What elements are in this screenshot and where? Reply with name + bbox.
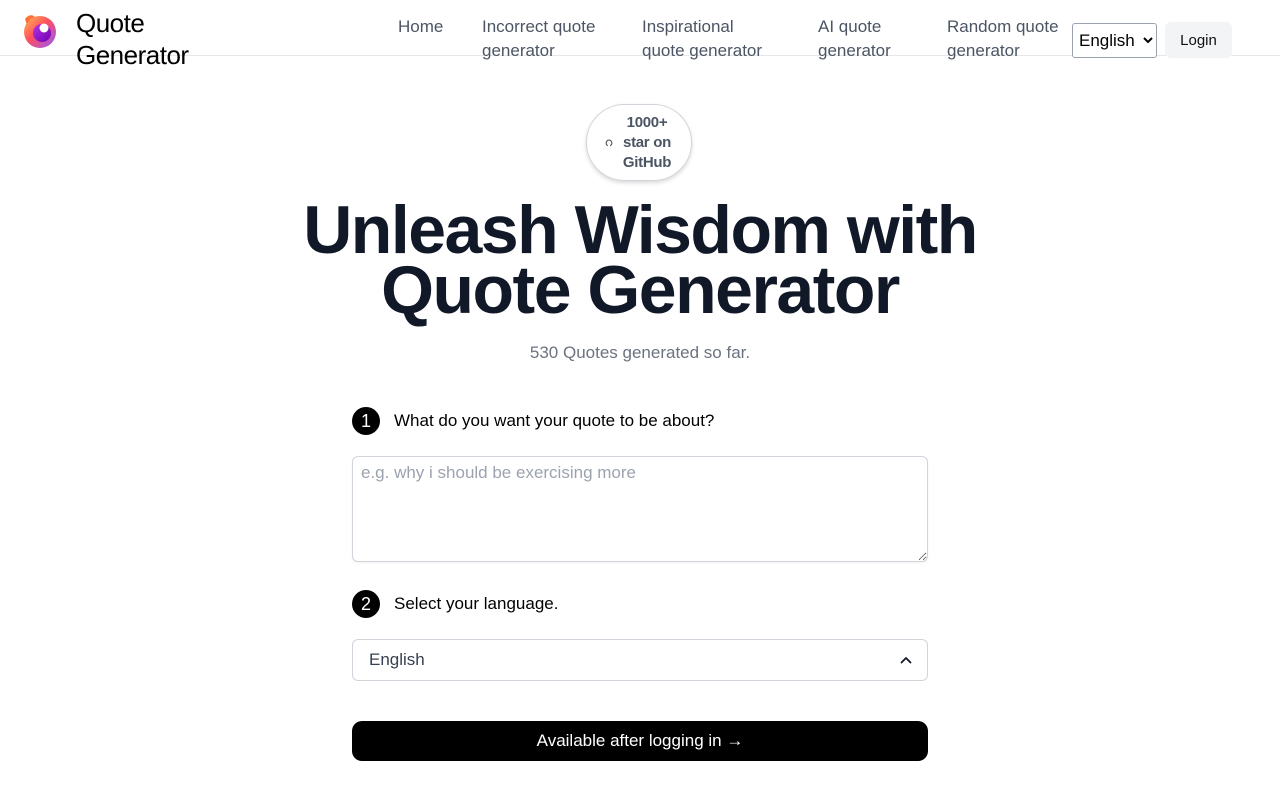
- quote-language-value: English: [369, 650, 425, 669]
- submit-button[interactable]: Available after logging in →: [352, 721, 928, 761]
- github-star-badge[interactable]: 1000+ star on GitHub: [586, 104, 692, 181]
- header-language-select[interactable]: English: [1072, 23, 1157, 58]
- logo-icon[interactable]: [22, 13, 58, 49]
- chevron-up-icon: [900, 657, 912, 664]
- nav-home[interactable]: Home: [398, 15, 468, 39]
- hero-title: Unleash Wisdom with Quote Generator: [303, 192, 978, 328]
- nav-inspirational-quote-generator[interactable]: Inspirational quote generator: [642, 15, 777, 63]
- quote-language-dropdown[interactable]: English: [352, 639, 928, 681]
- login-button[interactable]: Login: [1165, 22, 1232, 58]
- brand-name[interactable]: Quote Generator: [76, 7, 216, 71]
- nav-random-quote-generator[interactable]: Random quote generator: [947, 15, 1067, 63]
- step-2-label: Select your language.: [394, 594, 559, 613]
- quote-topic-input[interactable]: [352, 456, 928, 562]
- step-2: 2 Select your language.: [352, 589, 558, 619]
- nav-ai-quote-generator[interactable]: AI quote generator: [818, 15, 918, 63]
- nav-incorrect-quote-generator[interactable]: Incorrect quote generator: [482, 15, 612, 63]
- step-1: 1 What do you want your quote to be abou…: [352, 406, 714, 436]
- github-star-text: 1000+ star on GitHub: [622, 113, 672, 171]
- step-1-number: 1: [352, 407, 380, 435]
- github-icon: [605, 139, 613, 147]
- quotes-counter: 530 Quotes generated so far.: [529, 343, 751, 362]
- step-1-label: What do you want your quote to be about?: [394, 411, 715, 430]
- site-header: Quote Generator Home Incorrect quote gen…: [0, 0, 1280, 70]
- step-2-number: 2: [352, 590, 380, 618]
